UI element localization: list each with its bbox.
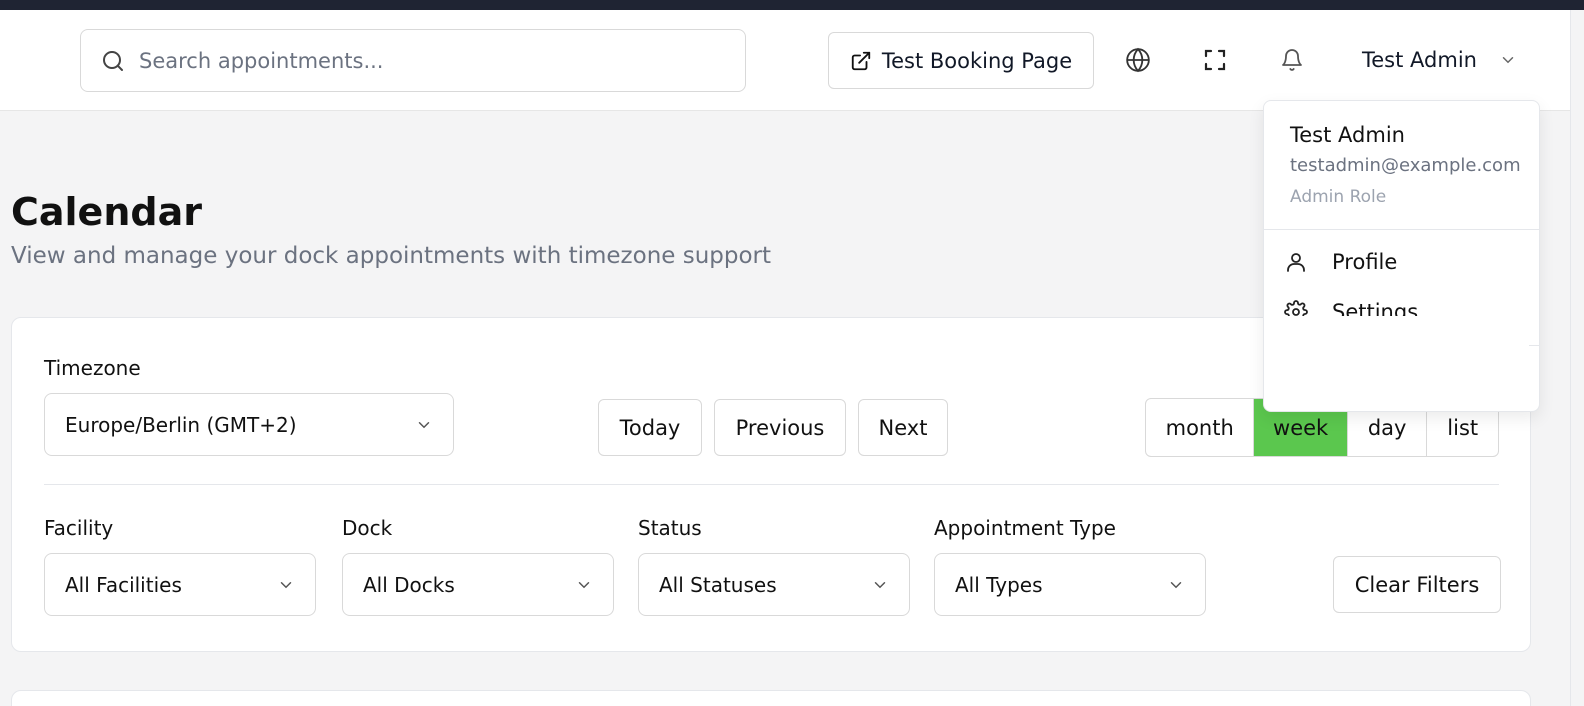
appointment-type-label: Appointment Type (934, 516, 1116, 540)
test-booking-page-button[interactable]: Test Booking Page (828, 32, 1094, 89)
menu-item-profile[interactable]: Profile (1284, 245, 1524, 279)
page-title: Calendar (11, 190, 202, 234)
test-booking-page-label: Test Booking Page (881, 48, 1073, 73)
search-box[interactable] (80, 29, 746, 92)
view-month-button[interactable]: month (1146, 399, 1255, 456)
next-button[interactable]: Next (858, 399, 948, 456)
bell-icon[interactable] (1279, 47, 1305, 73)
divider (1529, 345, 1539, 346)
previous-button[interactable]: Previous (714, 399, 846, 456)
external-link-icon (851, 51, 871, 70)
chevron-down-icon (1170, 581, 1182, 588)
fullscreen-icon[interactable] (1202, 47, 1228, 73)
timezone-value: Europe/Berlin (GMT+2) (65, 412, 297, 437)
user-menu-trigger[interactable]: Test Admin (1362, 44, 1517, 76)
page-subtitle: View and manage your dock appointments w… (11, 243, 772, 269)
chevron-down-icon (578, 581, 590, 588)
timezone-select[interactable]: Europe/Berlin (GMT+2) (44, 393, 454, 456)
user-icon (1287, 253, 1305, 272)
user-name: Test Admin (1362, 48, 1477, 72)
search-icon (103, 50, 123, 71)
chevron-down-icon (418, 421, 430, 428)
menu-item-label: Profile (1332, 250, 1398, 274)
search-input[interactable] (139, 48, 699, 73)
divider (44, 484, 1499, 485)
dock-value: All Docks (363, 572, 455, 597)
menu-item-label: Settings (1332, 300, 1419, 316)
window-top-strip (0, 0, 1584, 10)
clear-filters-button[interactable]: Clear Filters (1333, 556, 1501, 613)
globe-icon[interactable] (1125, 47, 1151, 73)
status-value: All Statuses (659, 572, 777, 597)
facility-label: Facility (44, 516, 114, 540)
top-header: Test Booking Page Test Admin (0, 10, 1570, 111)
user-dropdown-menu: Test Admin testadmin@example.com Admin R… (1263, 100, 1540, 412)
facility-select[interactable]: All Facilities (44, 553, 316, 616)
facility-value: All Facilities (65, 572, 182, 597)
dropdown-items-viewport: Profile Settings (1264, 101, 1539, 316)
appointment-type-value: All Types (955, 572, 1043, 597)
gear-icon (1284, 300, 1308, 316)
dock-label: Dock (342, 516, 393, 540)
calendar-card (11, 690, 1531, 706)
timezone-label: Timezone (44, 356, 141, 380)
status-label: Status (638, 516, 702, 540)
chevron-down-icon (1502, 57, 1514, 64)
status-select[interactable]: All Statuses (638, 553, 910, 616)
menu-item-settings[interactable]: Settings (1284, 295, 1524, 316)
chevron-down-icon (280, 581, 292, 588)
chevron-down-icon (874, 581, 886, 588)
page-scrollbar[interactable] (1570, 10, 1584, 706)
appointment-type-select[interactable]: All Types (934, 553, 1206, 616)
today-button[interactable]: Today (598, 399, 702, 456)
dock-select[interactable]: All Docks (342, 553, 614, 616)
